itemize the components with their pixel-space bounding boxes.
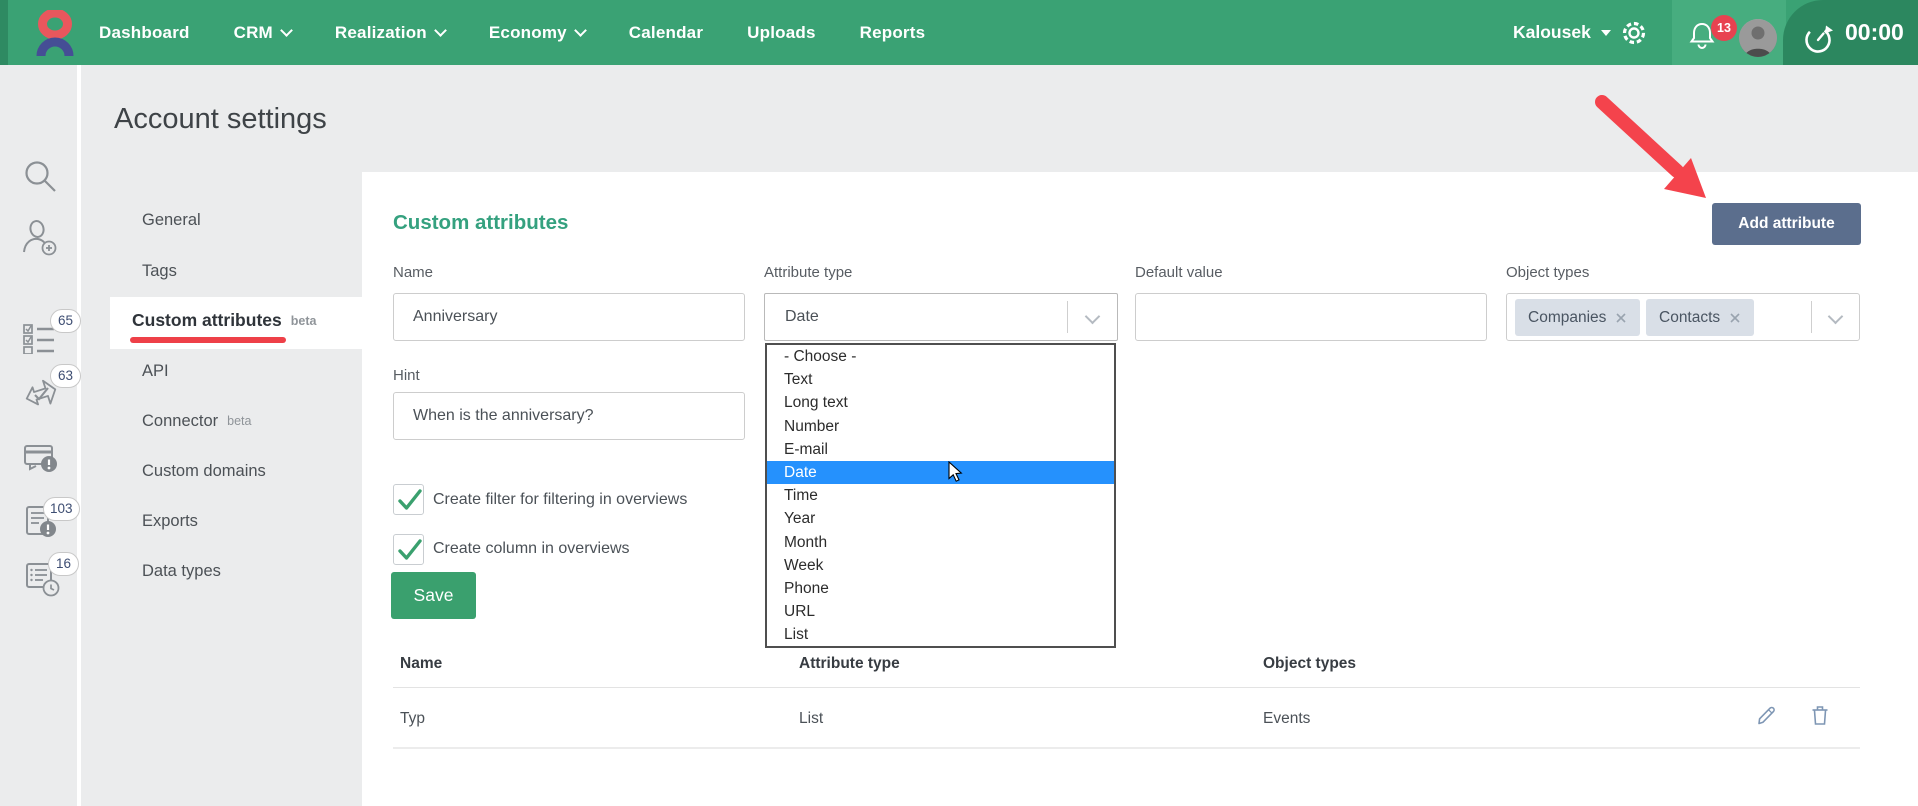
edit-pencil-icon[interactable] <box>1755 704 1777 726</box>
sidebar-item-custom-domains[interactable]: Custom domains <box>142 462 266 481</box>
option-week[interactable]: Week <box>767 554 1114 577</box>
sidebar-item-custom-attributes[interactable]: Custom attributesbeta <box>132 310 316 331</box>
user-avatar[interactable] <box>1739 19 1777 57</box>
chevron-down-icon <box>574 24 587 37</box>
table-bottom-divider <box>393 747 1860 749</box>
option-year[interactable]: Year <box>767 507 1114 530</box>
beta-badge: beta <box>227 414 251 428</box>
sidebar-item-data-types[interactable]: Data types <box>142 562 221 581</box>
timer-value: 00:00 <box>1845 0 1904 65</box>
sidebar-item-general[interactable]: General <box>142 211 201 230</box>
beta-badge: beta <box>291 314 317 328</box>
attribute-type-dropdown: - Choose - Text Long text Number E-mail … <box>765 343 1116 648</box>
sidebar-item-connector[interactable]: Connectorbeta <box>142 412 251 431</box>
option-list[interactable]: List <box>767 623 1114 646</box>
settings-gear-icon[interactable] <box>1619 18 1649 48</box>
column-header-name: Name <box>400 655 442 673</box>
chevron-down-icon <box>1828 309 1844 325</box>
option-email[interactable]: E-mail <box>767 438 1114 461</box>
sent-count-badge: 63 <box>50 364 81 388</box>
delete-trash-icon[interactable] <box>1810 704 1830 726</box>
attribute-type-label: Attribute type <box>764 264 852 281</box>
row-cell-name: Typ <box>400 710 425 728</box>
option-long-text[interactable]: Long text <box>767 391 1114 414</box>
remove-tag-icon[interactable] <box>1729 312 1741 324</box>
option-time[interactable]: Time <box>767 484 1114 507</box>
chevron-down-icon <box>434 24 447 37</box>
app-logo[interactable] <box>32 10 78 56</box>
nav-item-dashboard[interactable]: Dashboard <box>99 23 190 43</box>
notifications-count-badge: 13 <box>1711 15 1737 41</box>
user-menu[interactable]: Kalousek <box>1513 0 1611 65</box>
option-number[interactable]: Number <box>767 415 1114 438</box>
default-value-input[interactable] <box>1135 293 1487 341</box>
option-text[interactable]: Text <box>767 368 1114 391</box>
chevron-down-icon <box>280 24 293 37</box>
timer-icon <box>1802 23 1835 56</box>
add-attribute-button[interactable]: Add attribute <box>1712 203 1861 245</box>
save-button[interactable]: Save <box>391 572 476 619</box>
create-column-checkbox[interactable] <box>393 534 424 565</box>
documents-count-badge: 103 <box>43 497 80 521</box>
caret-down-icon <box>1601 30 1611 36</box>
timer-section[interactable]: 00:00 <box>1783 0 1918 65</box>
nav-item-crm[interactable]: CRM <box>234 23 291 43</box>
column-header-object-types: Object types <box>1263 655 1356 673</box>
navbar-left-strip <box>0 0 8 65</box>
row-cell-object-types: Events <box>1263 710 1310 728</box>
checklist-count-badge: 65 <box>50 309 81 333</box>
hint-label: Hint <box>393 367 420 384</box>
documents-clock-count-badge: 16 <box>48 552 79 576</box>
checkmark-icon <box>394 485 425 516</box>
option-phone[interactable]: Phone <box>767 577 1114 600</box>
sidebar-item-exports[interactable]: Exports <box>142 512 198 531</box>
sidebar-item-api[interactable]: API <box>142 362 169 381</box>
top-navbar: Dashboard CRM Realization Economy Calend… <box>0 0 1918 65</box>
option-url[interactable]: URL <box>767 600 1114 623</box>
active-item-underline <box>130 337 286 343</box>
nav-item-uploads[interactable]: Uploads <box>747 23 815 43</box>
create-filter-label: Create filter for filtering in overviews <box>433 491 687 509</box>
object-types-label: Object types <box>1506 264 1589 281</box>
row-cell-attribute-type: List <box>799 710 823 728</box>
nav-item-calendar[interactable]: Calendar <box>629 23 703 43</box>
sidebar-item-tags[interactable]: Tags <box>142 262 177 281</box>
select-divider <box>1067 301 1068 333</box>
create-column-label: Create column in overviews <box>433 540 630 558</box>
object-types-select[interactable]: Companies Contacts <box>1506 293 1860 341</box>
create-filter-checkbox[interactable] <box>393 484 424 515</box>
chevron-down-icon <box>1085 309 1101 325</box>
hint-input[interactable] <box>393 392 745 440</box>
nav-item-economy[interactable]: Economy <box>489 23 585 43</box>
card-alert-icon[interactable] <box>22 442 60 476</box>
attribute-type-select[interactable]: Date <box>764 293 1118 341</box>
remove-tag-icon[interactable] <box>1615 312 1627 324</box>
option-choose[interactable]: - Choose - <box>767 345 1114 368</box>
option-date[interactable]: Date <box>767 461 1114 484</box>
attribute-type-value: Date <box>785 294 819 340</box>
table-divider <box>393 687 1860 688</box>
nav-item-reports[interactable]: Reports <box>860 23 926 43</box>
name-label: Name <box>393 264 433 281</box>
name-input[interactable] <box>393 293 745 341</box>
add-person-icon[interactable] <box>20 219 60 257</box>
select-divider <box>1811 301 1812 333</box>
nav-menu: Dashboard CRM Realization Economy Calend… <box>99 0 925 65</box>
search-icon[interactable] <box>22 158 59 195</box>
object-type-tag-contacts: Contacts <box>1646 299 1754 336</box>
nav-item-realization[interactable]: Realization <box>335 23 445 43</box>
column-header-attribute-type: Attribute type <box>799 655 900 673</box>
default-value-label: Default value <box>1135 264 1223 281</box>
object-type-tag-companies: Companies <box>1515 299 1640 336</box>
page-title: Account settings <box>114 103 327 136</box>
section-heading: Custom attributes <box>393 211 568 235</box>
option-month[interactable]: Month <box>767 531 1114 554</box>
checkmark-icon <box>394 535 425 566</box>
rail-divider <box>77 65 81 806</box>
